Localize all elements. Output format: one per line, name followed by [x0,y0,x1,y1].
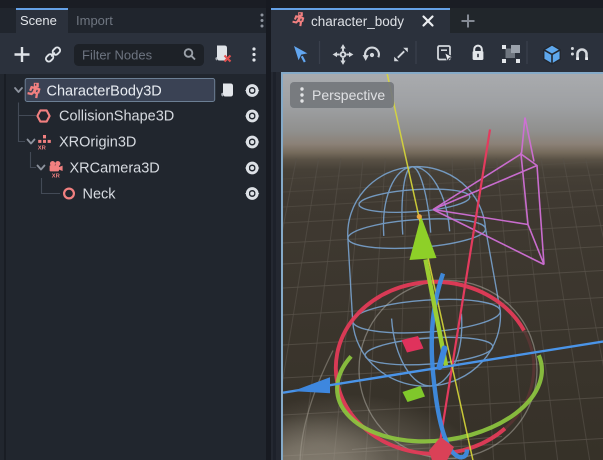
svg-text:character_body: character_body [311,14,404,29]
svg-text:XRCamera3D: XRCamera3D [70,161,160,177]
svg-text:XR: XR [52,173,61,179]
svg-text:Neck: Neck [83,187,117,203]
svg-text:Filter Nodes: Filter Nodes [82,48,153,63]
svg-text:XR: XR [38,145,47,151]
svg-text:Perspective: Perspective [312,87,385,103]
svg-text:XROrigin3D: XROrigin3D [59,135,136,151]
svg-text:CollisionShape3D: CollisionShape3D [59,109,174,125]
svg-text:CharacterBody3D: CharacterBody3D [47,84,162,100]
